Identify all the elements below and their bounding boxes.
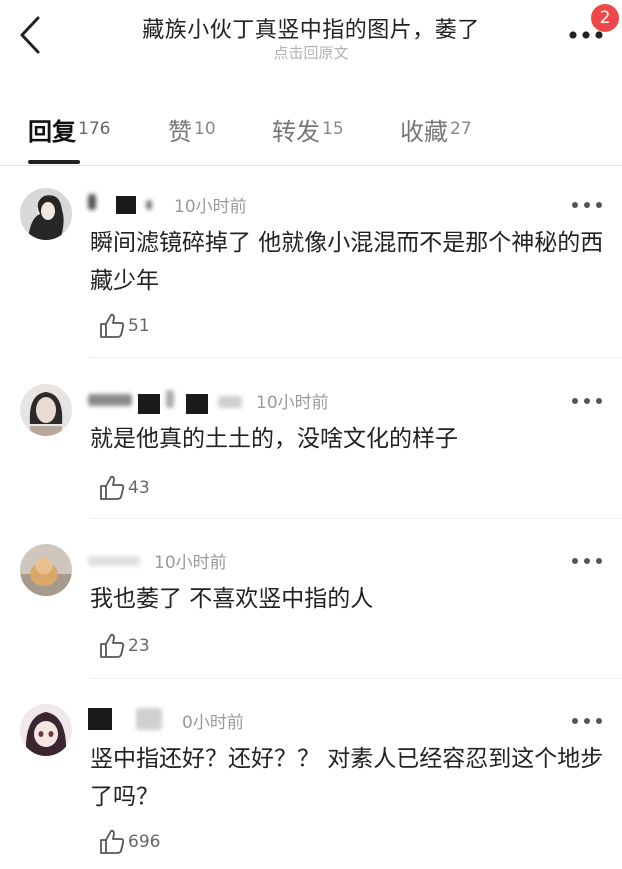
thumbs-up-icon [100,313,125,338]
thumbs-up-icon [100,633,125,658]
comment-item: 10小时前 就是他真的土土的，没啥文化的样子 43 [0,384,622,519]
tab-label: 回复 [28,118,76,146]
comment-time: 0小时前 [182,713,244,733]
tab-count: 176 [78,118,111,139]
divider [90,678,622,679]
more-dots-icon [572,558,602,564]
tab-count: 15 [322,118,344,139]
tab-label: 收藏 [400,118,448,146]
avatar[interactable] [20,704,72,756]
like-button[interactable]: 696 [98,828,178,858]
tab-label: 转发 [272,118,320,146]
like-button[interactable]: 51 [98,312,178,342]
comment-time: 10小时前 [256,393,329,413]
comment-more-button[interactable] [570,712,604,724]
divider [90,357,622,358]
more-dots-icon [569,31,603,39]
tab-reposts[interactable]: 转发 15 [272,112,344,152]
username[interactable] [88,386,248,414]
avatar[interactable] [20,544,72,596]
comment-text: 我也萎了 不喜欢竖中指的人 [90,586,374,612]
tab-replies[interactable]: 回复 176 [28,112,110,152]
active-tab-indicator [28,160,80,164]
divider [90,518,622,519]
tab-count: 27 [450,118,472,139]
comment-item: 0小时前 竖中指还好？还好？？ 对素人已经容忍到这个地步了吗？ 696 [0,704,622,869]
comment-time: 10小时前 [174,197,247,217]
tab-count: 10 [194,118,216,139]
top-bar: 藏族小伙丁真竖中指的图片，萎了 点击回原文 2 [0,0,622,80]
comment-text: 竖中指还好？还好？？ 对素人已经容忍到这个地步了吗？ [90,746,604,810]
tab-likes[interactable]: 赞 10 [168,112,216,152]
back-to-original-link[interactable]: 点击回原文 [0,42,622,63]
thumbs-up-icon [100,829,125,854]
comment-more-button[interactable] [570,196,604,208]
comment-item: 10小时前 瞬间滤镜碎掉了 他就像小混混而不是那个神秘的西藏少年 51 [0,188,622,358]
like-count: 23 [128,636,150,656]
tab-label: 赞 [168,118,192,146]
tab-bar: 回复 176 赞 10 转发 15 收藏 27 [0,100,622,166]
notification-badge[interactable]: 2 [591,4,619,32]
avatar[interactable] [20,384,72,436]
more-dots-icon [572,202,602,208]
avatar[interactable] [20,188,72,240]
comment-more-button[interactable] [570,552,604,564]
like-count: 51 [128,316,150,336]
comment-text: 瞬间滤镜碎掉了 他就像小混混而不是那个神秘的西藏少年 [90,230,604,294]
more-dots-icon [572,398,602,404]
comment-text: 就是他真的土土的，没啥文化的样子 [90,426,458,452]
like-count: 696 [128,832,161,852]
thumbs-up-icon [100,475,125,500]
like-button[interactable]: 43 [98,474,178,504]
comment-time: 10小时前 [154,553,227,573]
comment-more-button[interactable] [570,392,604,404]
like-count: 43 [128,478,150,498]
more-dots-icon [572,718,602,724]
tab-favorites[interactable]: 收藏 27 [400,112,472,152]
comment-item: 10小时前 我也萎了 不喜欢竖中指的人 23 [0,544,622,679]
like-button[interactable]: 23 [98,632,178,662]
page-title: 藏族小伙丁真竖中指的图片，萎了 [142,18,480,43]
